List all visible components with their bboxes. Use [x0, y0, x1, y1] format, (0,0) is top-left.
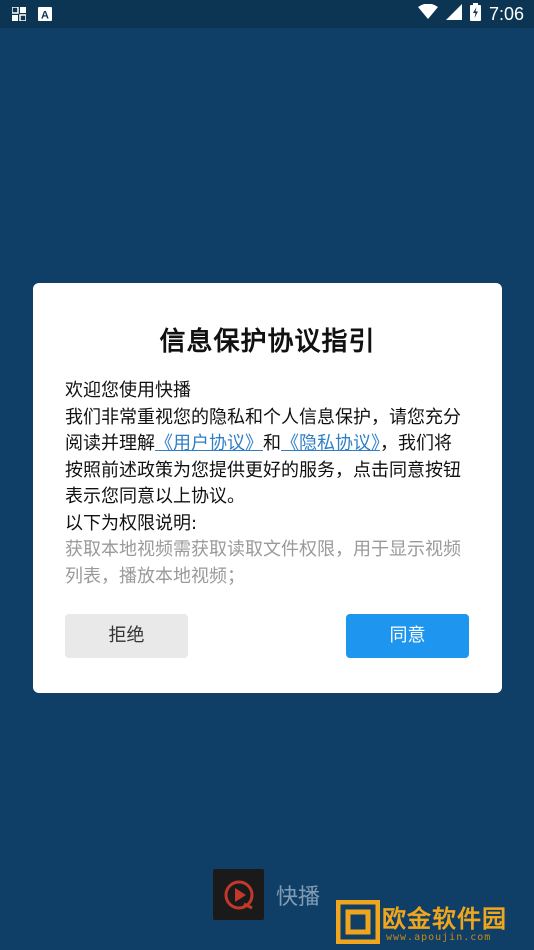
watermark-logo-icon	[336, 900, 380, 944]
app-brand: 快播	[213, 869, 320, 920]
qr-grid-icon	[11, 6, 27, 25]
agree-button[interactable]: 同意	[346, 614, 469, 658]
user-agreement-link[interactable]: 《用户协议》	[155, 433, 263, 454]
status-left-icons: A	[11, 6, 52, 25]
refuse-button[interactable]: 拒绝	[65, 614, 188, 658]
status-bar: A 7:06	[0, 0, 534, 28]
watermark-text: 欧金软件园	[382, 905, 507, 933]
font-a-icon: A	[38, 6, 52, 25]
agreement-paragraph: 我们非常重视您的隐私和个人信息保护，请您充分阅读并理解《用户协议》和《隐私协议》…	[65, 405, 465, 511]
privacy-dialog: 信息保护协议指引 欢迎您使用快播 我们非常重视您的隐私和个人信息保护，请您充分阅…	[33, 283, 502, 693]
status-time: 7:06	[488, 4, 524, 24]
welcome-text: 欢迎您使用快播	[65, 380, 191, 401]
permission-item: 获取本地视频需获取读取文件权限，用于显示视频列表，播放本地视频；	[65, 539, 461, 587]
privacy-agreement-link[interactable]: 《隐私协议》	[281, 433, 380, 454]
dialog-title: 信息保护协议指引	[159, 327, 376, 357]
dialog-body: 欢迎您使用快播 我们非常重视您的隐私和个人信息保护，请您充分阅读并理解《用户协议…	[65, 378, 465, 590]
svg-text:A: A	[41, 10, 49, 22]
status-right-icons: 7:06	[417, 3, 524, 25]
watermark: 欧金软件园 www.apoujin.com	[334, 898, 530, 946]
wifi-icon	[417, 3, 438, 24]
app-name: 快播	[276, 884, 321, 910]
cell-signal-icon	[445, 4, 462, 24]
and-text: 和	[263, 433, 281, 454]
watermark-url: www.apoujin.com	[386, 932, 492, 943]
permissions-heading: 以下为权限说明:	[65, 512, 198, 534]
battery-icon	[469, 3, 481, 25]
app-logo-icon	[213, 869, 264, 920]
